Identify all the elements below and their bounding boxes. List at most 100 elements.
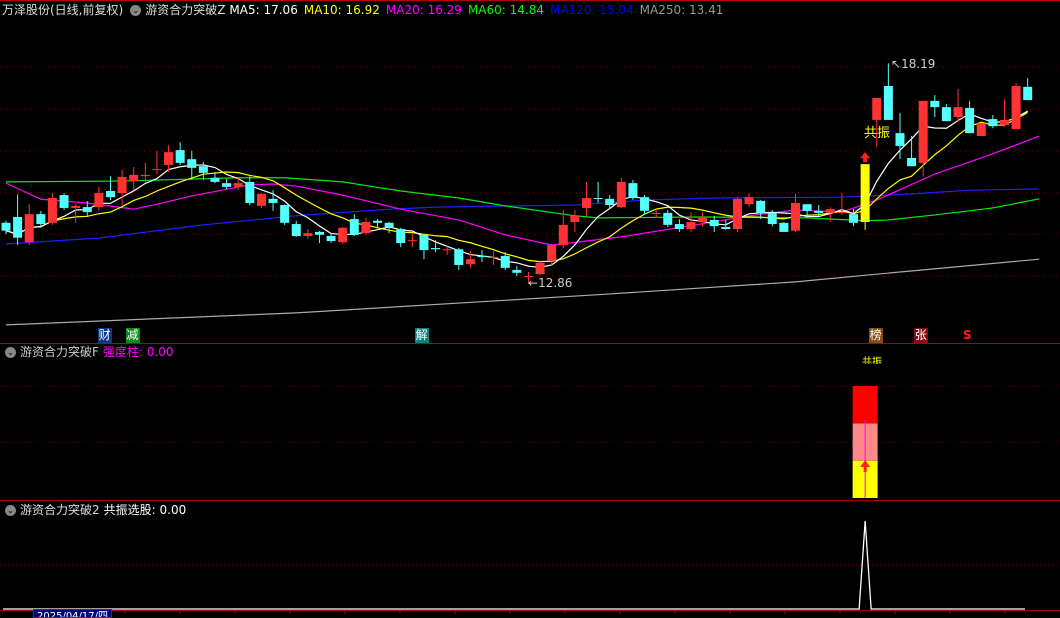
candle-down xyxy=(640,197,650,211)
candle-down xyxy=(59,195,69,208)
event-tag[interactable]: 解 xyxy=(414,328,429,343)
candle-up xyxy=(976,123,986,137)
candle-down xyxy=(396,229,406,244)
candle-up xyxy=(140,174,150,177)
candle-up xyxy=(94,193,104,208)
candle-down xyxy=(941,107,951,122)
candle-up xyxy=(837,212,847,214)
candle-up xyxy=(744,197,754,205)
candle-down xyxy=(454,249,464,265)
candle-up xyxy=(152,169,162,171)
candle-up xyxy=(338,227,348,243)
candle-down xyxy=(779,222,789,232)
main-panel-header: 万泽股份(日线,前复权) ⌄ 游资合力突破Z MA5: 17.06 MA10: 1… xyxy=(2,1,733,19)
candle-down xyxy=(13,217,23,238)
candle-up xyxy=(489,257,499,259)
buy-arrow-icon xyxy=(860,152,871,163)
candle-down xyxy=(895,133,905,146)
candle-down xyxy=(1,222,11,231)
indicator-menu-icon[interactable]: ⌄ xyxy=(130,4,142,16)
candle-up xyxy=(651,212,661,214)
candle-up xyxy=(71,205,81,208)
candle-down xyxy=(210,177,220,182)
candle-up xyxy=(164,152,174,165)
candle-up xyxy=(953,107,963,118)
candle-up xyxy=(361,221,371,234)
candle-down xyxy=(628,183,638,199)
candle-up xyxy=(686,221,696,230)
ma-legend-item: MA10: 16.92 xyxy=(303,3,380,17)
panel2-header: ⌄ 游资合力突破F 强度柱: 0.00 xyxy=(2,343,177,361)
candle-down xyxy=(419,234,429,251)
candle-up xyxy=(256,193,266,206)
candle-up xyxy=(117,176,127,194)
low-price-value: 12.86 xyxy=(538,276,573,290)
candle-down xyxy=(663,212,673,225)
event-tag[interactable]: 榜 xyxy=(868,328,883,343)
candle-down xyxy=(907,157,917,167)
low-price-label: ←12.86 xyxy=(528,276,573,290)
candle-down xyxy=(756,200,766,213)
candle-down xyxy=(198,166,208,173)
candle-down xyxy=(883,86,893,120)
candle-down xyxy=(105,190,115,198)
panel2-title[interactable]: 游资合力突破F xyxy=(20,343,99,361)
candle-up xyxy=(825,209,835,213)
candle-up xyxy=(558,224,568,246)
candle-up xyxy=(616,181,626,208)
candle-up xyxy=(1011,86,1021,130)
candle-up xyxy=(442,249,452,251)
candle-down xyxy=(605,198,615,206)
ma-legend-item: MA250: 13.41 xyxy=(639,3,724,17)
indicator-menu-icon[interactable]: ⌄ xyxy=(5,346,16,358)
candle-down xyxy=(82,207,92,213)
kline-chart[interactable] xyxy=(0,0,1060,616)
candle-down xyxy=(709,219,719,227)
ma60-line xyxy=(5,177,1040,222)
strength-bar-segment xyxy=(852,386,878,424)
candle-down xyxy=(222,183,232,187)
candle-down xyxy=(175,150,185,163)
candle-down xyxy=(767,212,777,225)
candle-up xyxy=(24,214,34,243)
panel3-title[interactable]: 游资合力突破2 xyxy=(20,501,100,519)
candle-down xyxy=(384,222,394,227)
stock-title: 万泽股份(日线,前复权) xyxy=(2,3,124,17)
candle-up xyxy=(233,183,243,187)
candle-up xyxy=(47,198,57,223)
candle-up xyxy=(732,198,742,230)
candle-down xyxy=(802,204,812,211)
candle-down xyxy=(1023,86,1033,101)
cursor-date: 2025/04/17/四 xyxy=(33,609,113,618)
ma-legend-item: MA20: 16.29 xyxy=(385,3,462,17)
candle-down xyxy=(187,159,197,168)
candle-up xyxy=(790,202,800,231)
candle-up xyxy=(872,98,882,120)
candle-up xyxy=(129,174,139,182)
candle-down xyxy=(349,219,359,235)
candle-up xyxy=(860,164,870,222)
sell-signal-tag[interactable]: S xyxy=(960,328,974,343)
candle-up xyxy=(582,198,591,208)
event-tag[interactable]: 张 xyxy=(913,328,928,343)
candle-down xyxy=(512,269,522,273)
event-tag[interactable]: 减 xyxy=(125,328,140,343)
panel2-resonance-label: 共振 xyxy=(862,357,882,364)
candle-up xyxy=(570,215,580,222)
candle-up xyxy=(303,233,313,237)
candle-up xyxy=(535,262,545,275)
candle-down xyxy=(291,224,301,237)
candle-up xyxy=(547,245,557,261)
ma250-line xyxy=(5,258,1040,326)
panel3-value: 共振选股: 0.00 xyxy=(103,503,187,517)
candle-down xyxy=(965,107,975,134)
ma-legend: MA5: 17.06 MA10: 16.92 MA20: 16.29 MA60: 14… xyxy=(229,1,729,19)
candle-up xyxy=(918,100,928,163)
indicator-menu-icon[interactable]: ⌄ xyxy=(5,504,16,516)
event-tag[interactable]: 财 xyxy=(97,328,112,343)
candle-down xyxy=(988,119,998,127)
indicator-name[interactable]: 游资合力突破Z xyxy=(145,1,225,19)
candle-down xyxy=(314,231,324,235)
candle-down xyxy=(280,205,290,223)
high-price-value: 18.19 xyxy=(901,57,936,71)
